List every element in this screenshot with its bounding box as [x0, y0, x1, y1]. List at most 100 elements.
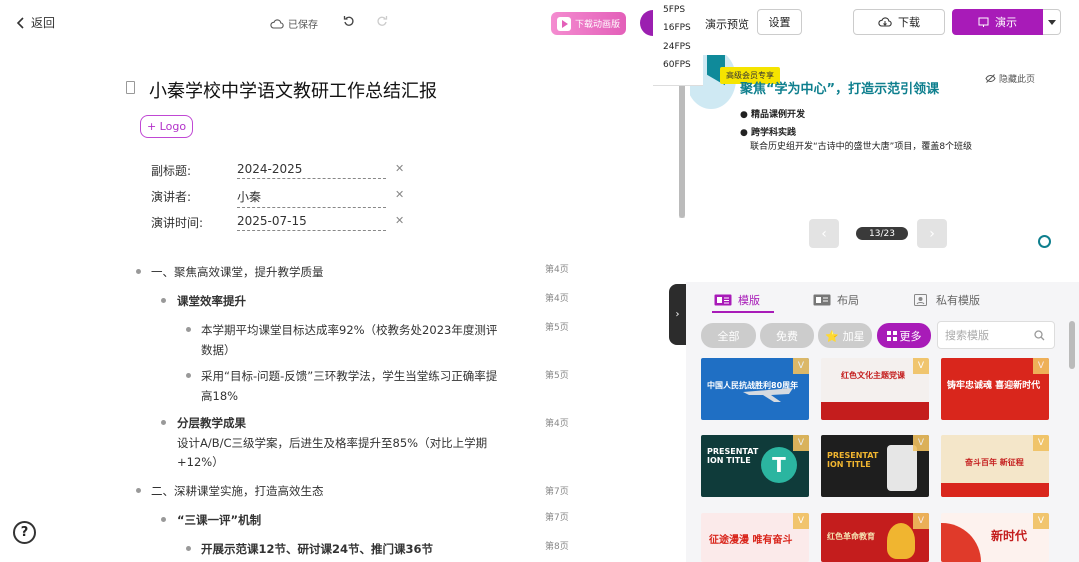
date-label: 演讲时间:: [151, 216, 204, 230]
template-thumb[interactable]: 中国人民抗战胜利80周年 V: [701, 358, 809, 420]
page-ref: 第5页: [545, 323, 569, 333]
template-thumb[interactable]: PRESENTAT ION TITLE V: [821, 435, 929, 497]
tab-private-templates-label: 私有模版: [936, 294, 980, 307]
outline-item[interactable]: 一、聚焦高效课堂，提升教学质量: [151, 262, 324, 282]
preview-label: 演示预览: [705, 18, 749, 31]
filter-free-chip[interactable]: 免费: [760, 323, 814, 348]
redo-icon[interactable]: [376, 15, 388, 27]
fps-option[interactable]: 24FPS: [663, 42, 691, 52]
vip-badge: V: [1033, 435, 1049, 451]
subtitle-field[interactable]: 2024-2025: [237, 162, 386, 179]
fps-option[interactable]: 16FPS: [663, 23, 691, 33]
prev-slide-button[interactable]: ‹: [809, 219, 839, 248]
template-thumb[interactable]: 奋斗百年 新征程 V: [941, 435, 1049, 497]
slide-item: ● 跨学科实践: [740, 128, 796, 138]
saved-label: 已保存: [288, 20, 318, 31]
template-scrollbar[interactable]: [1069, 321, 1075, 369]
slide-item: ● 精品课例开发: [740, 110, 805, 120]
fps-option[interactable]: 5FPS: [663, 5, 685, 15]
present-dropdown[interactable]: [1043, 9, 1061, 35]
download-animation-label: 下载动画版: [575, 20, 621, 30]
clear-speaker-icon[interactable]: ✕: [395, 188, 404, 201]
filter-starred-chip[interactable]: ⭐ 加星: [818, 323, 872, 348]
page-ref: 第4页: [545, 265, 569, 275]
vip-badge: V: [913, 435, 929, 451]
fps-menu: 5FPS 16FPS 24FPS 60FPS: [653, 0, 703, 86]
settings-button[interactable]: 设置: [757, 9, 802, 35]
template-thumb[interactable]: 红色文化主题党课 V: [821, 358, 929, 420]
tab-layout[interactable]: 布局: [813, 292, 859, 308]
page-title[interactable]: 小秦学校中学语文教研工作总结汇报: [149, 77, 437, 103]
outline-item-line2[interactable]: 高18%: [201, 386, 238, 406]
clear-subtitle-icon[interactable]: ✕: [395, 162, 404, 175]
outline-item-line2[interactable]: 数据）: [201, 340, 236, 360]
vip-badge: V: [793, 435, 809, 451]
eye-off-icon: [985, 74, 996, 83]
download-button[interactable]: 下载: [853, 9, 945, 35]
search-icon[interactable]: [1034, 330, 1045, 341]
template-title: 征途漫漫 唯有奋斗: [709, 535, 793, 546]
download-animation-button[interactable]: 下载动画版: [551, 12, 626, 35]
layout-icon: [813, 294, 831, 306]
page-ref: 第7页: [545, 487, 569, 497]
filter-more-chip[interactable]: 更多: [877, 323, 931, 348]
grid-icon: [886, 330, 897, 341]
outline-item-line1[interactable]: 本学期平均课堂目标达成率92%（校教务处2023年度测评: [201, 320, 497, 340]
tab-layout-label: 布局: [837, 294, 859, 307]
back-label: 返回: [31, 16, 56, 30]
template-thumb[interactable]: PRESENTAT ION TITLE T V: [701, 435, 809, 497]
help-icon[interactable]: ?: [13, 521, 36, 544]
template-thumb[interactable]: 新时代 V: [941, 513, 1049, 562]
bullet-icon: [136, 269, 141, 274]
outline-item[interactable]: 课堂效率提升: [177, 291, 246, 311]
bullet-icon: [161, 420, 166, 425]
template-thumb[interactable]: 铸牢忠诚魂 喜迎新时代 V: [941, 358, 1049, 420]
outline-item[interactable]: 分层教学成果: [177, 413, 246, 433]
page-ref: 第7页: [545, 513, 569, 523]
template-title: 新时代: [991, 529, 1028, 543]
tab-templates-label: 模版: [738, 294, 760, 307]
clear-date-icon[interactable]: ✕: [395, 214, 404, 227]
add-logo-button[interactable]: + Logo: [140, 115, 193, 138]
chevron-left-icon: [16, 16, 25, 29]
slide-counter: 13/23: [856, 227, 908, 240]
bullet-icon: [161, 298, 166, 303]
outline-item-line1[interactable]: 采用“目标-问题-反馈”三环教学法，学生当堂练习正确率提: [201, 366, 497, 386]
date-field[interactable]: 2025-07-15: [237, 214, 386, 231]
template-title: 红色革命教育: [827, 532, 875, 541]
template-title: PRESENTAT ION TITLE: [707, 447, 759, 465]
tab-underline: [712, 311, 774, 313]
slide-item: 联合历史组开发“古诗中的盛世大唐”项目，覆盖8个班级: [750, 142, 973, 152]
outline-item[interactable]: 二、深耕课堂实施，打造高效生态: [151, 481, 324, 501]
outline-item-line2[interactable]: +12%）: [177, 452, 224, 472]
undo-icon[interactable]: [343, 15, 355, 27]
play-icon: [557, 16, 571, 31]
vip-badge: V: [793, 358, 809, 374]
template-thumb[interactable]: 征途漫漫 唯有奋斗 V: [701, 513, 809, 562]
vip-badge: V: [913, 513, 929, 529]
present-button[interactable]: 演示: [952, 9, 1043, 35]
filter-all-chip[interactable]: 全部: [701, 323, 756, 348]
outline-item[interactable]: “三课一评”机制: [177, 510, 261, 530]
template-title: 铸牢忠诚魂 喜迎新时代: [947, 381, 1041, 391]
app-root: { "topbar": { "back_label": "返回", "saved…: [0, 0, 1079, 562]
next-slide-button[interactable]: ›: [917, 219, 947, 248]
template-thumb[interactable]: 红色革命教育 V: [821, 513, 929, 562]
vip-badge: V: [793, 513, 809, 529]
outline-item-line1[interactable]: 设计A/B/C三级学案，后进生及格率提升至85%（对比上学期: [177, 433, 487, 453]
tab-templates[interactable]: 模版: [714, 292, 760, 308]
outline-item[interactable]: 开展示范课12节、研讨课24节、推门课36节: [201, 539, 433, 559]
back-button[interactable]: 返回: [16, 14, 55, 31]
slide-heading: 聚焦“学为中心”，打造示范引领课: [740, 82, 940, 97]
bullet-icon: [186, 327, 191, 332]
speaker-field[interactable]: 小秦: [237, 188, 386, 208]
user-template-icon: [914, 293, 930, 307]
filter-more-label: 更多: [899, 329, 922, 343]
vip-badge: V: [1033, 358, 1049, 374]
vip-badge: V: [913, 358, 929, 374]
hide-page-button[interactable]: 隐藏此页: [985, 72, 1035, 85]
collapse-panel-button[interactable]: ›: [669, 284, 686, 345]
tab-private-templates[interactable]: 私有模版: [914, 292, 980, 308]
fps-option[interactable]: 60FPS: [663, 60, 691, 70]
template-title: PRESENTAT ION TITLE: [827, 451, 879, 469]
